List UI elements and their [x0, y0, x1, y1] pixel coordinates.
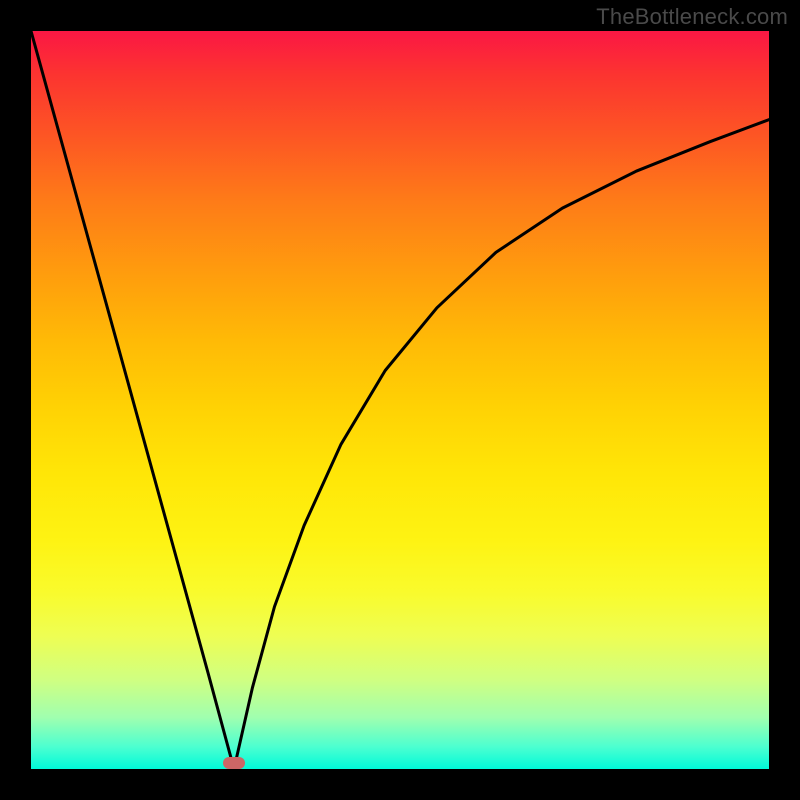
plot-area [31, 31, 769, 769]
watermark-text: TheBottleneck.com [596, 4, 788, 30]
minimum-marker [223, 757, 245, 769]
bottleneck-curve [31, 31, 769, 769]
curve-path [31, 31, 769, 769]
chart-frame: TheBottleneck.com [0, 0, 800, 800]
